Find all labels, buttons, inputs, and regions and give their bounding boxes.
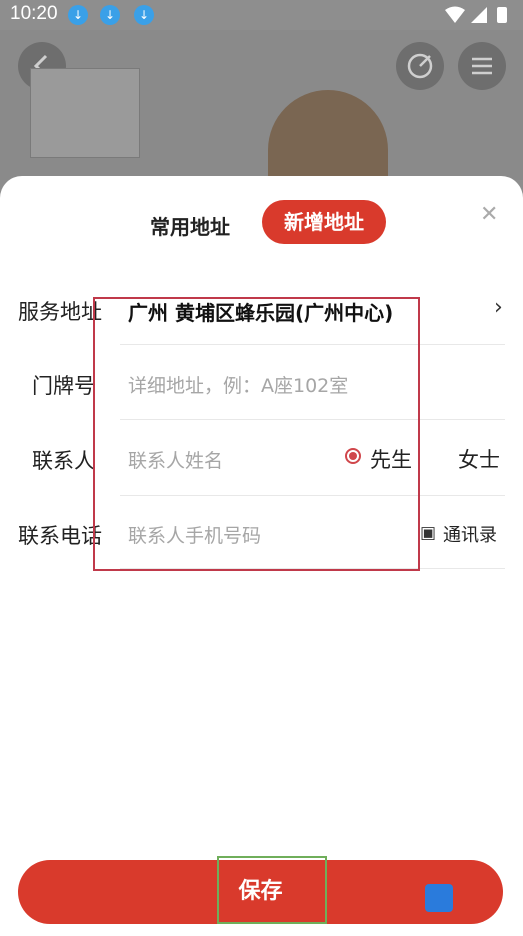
share-icon (407, 53, 433, 79)
menu-icon (472, 57, 492, 75)
contacts-link[interactable]: 通讯录 (443, 521, 497, 547)
save-highlight-box (217, 856, 327, 924)
wifi-icon (445, 6, 465, 23)
tab-new-address[interactable]: 新增地址 (262, 200, 386, 244)
watermark-logo (425, 882, 511, 914)
download-icon: ↓ (100, 5, 120, 25)
battery-icon (497, 7, 507, 23)
profile-photo (268, 90, 388, 190)
brand-logo-icon (425, 884, 453, 912)
service-address-label: 服务地址 (18, 300, 102, 324)
product-thumbnail (30, 68, 140, 158)
signal-icon (471, 7, 487, 23)
download-icon: ↓ (134, 5, 154, 25)
address-book-icon[interactable]: ▣ (420, 523, 436, 543)
status-time: 10:20 (10, 3, 58, 24)
tab-common-address[interactable]: 常用地址 (150, 211, 230, 240)
contact-label: 联系人 (32, 449, 95, 473)
download-icon: ↓ (68, 5, 88, 25)
share-button[interactable] (396, 42, 444, 90)
system-status-icons (445, 6, 507, 23)
background-page (0, 30, 523, 190)
close-icon[interactable]: ✕ (480, 202, 498, 227)
door-number-label: 门牌号 (32, 374, 95, 398)
option-ms[interactable]: 女士 (458, 444, 500, 474)
highlight-box (93, 297, 420, 571)
address-sheet: 常用地址 新增地址 ✕ 服务地址 广州 黄埔区蜂乐园(广州中心) › 门牌号 详… (0, 176, 523, 936)
chevron-right-icon[interactable]: › (494, 295, 503, 320)
phone-label: 联系电话 (18, 524, 102, 548)
menu-button[interactable] (458, 42, 506, 90)
status-bar: 10:20 ↓ ↓ ↓ (0, 0, 523, 30)
